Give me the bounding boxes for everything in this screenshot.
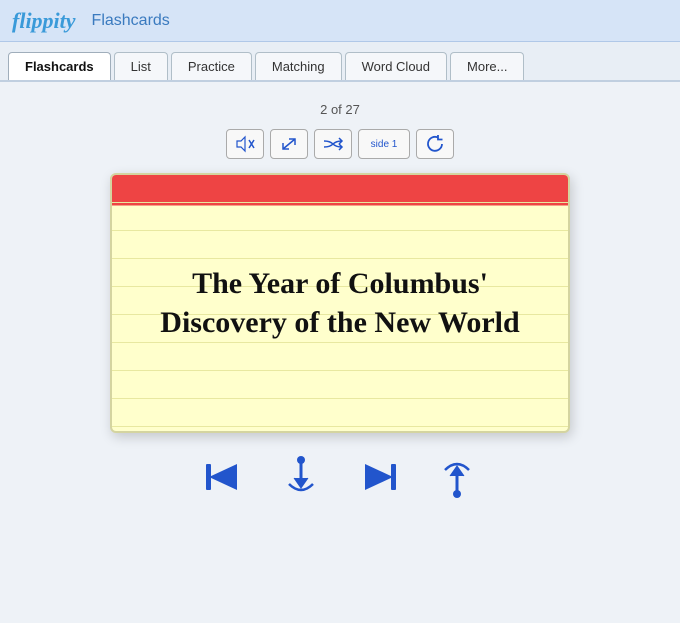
tab-flashcards[interactable]: Flashcards bbox=[8, 52, 111, 80]
mute-button[interactable] bbox=[226, 129, 264, 159]
flip-button[interactable] bbox=[416, 129, 454, 159]
nav-tabs: Flashcards List Practice Matching Word C… bbox=[0, 42, 680, 82]
main-content: 2 of 27 side bbox=[0, 82, 680, 623]
card-text: The Year of Columbus' Discovery of the N… bbox=[142, 264, 538, 342]
prev-button[interactable] bbox=[199, 455, 247, 499]
flip-up-button[interactable] bbox=[433, 455, 481, 499]
side-button[interactable]: side 1 bbox=[358, 129, 410, 159]
fullscreen-button[interactable] bbox=[270, 129, 308, 159]
header-title: Flashcards bbox=[92, 12, 170, 30]
shuffle-button[interactable] bbox=[314, 129, 352, 159]
tab-matching[interactable]: Matching bbox=[255, 52, 342, 80]
tab-more[interactable]: More... bbox=[450, 52, 524, 80]
bottom-navigation bbox=[199, 455, 481, 499]
app-header: flippity Flashcards bbox=[0, 0, 680, 42]
tab-list[interactable]: List bbox=[114, 52, 168, 80]
side-label: side 1 bbox=[371, 139, 398, 150]
app-logo: flippity bbox=[12, 8, 76, 34]
next-button[interactable] bbox=[355, 455, 403, 499]
card-toolbar: side 1 bbox=[226, 129, 454, 159]
tab-practice[interactable]: Practice bbox=[171, 52, 252, 80]
card-counter: 2 of 27 bbox=[320, 102, 360, 117]
tab-word-cloud[interactable]: Word Cloud bbox=[345, 52, 447, 80]
flip-down-button[interactable] bbox=[277, 455, 325, 499]
flashcard[interactable]: The Year of Columbus' Discovery of the N… bbox=[110, 173, 570, 433]
